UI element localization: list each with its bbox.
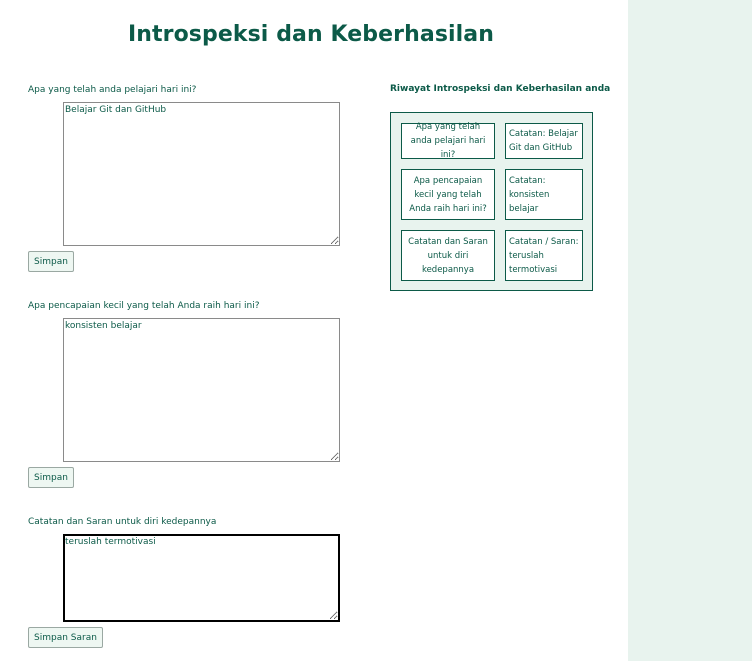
history-answer-1: Catatan: Belajar Git dan GitHub	[505, 123, 583, 159]
history-table: Apa yang telah anda pelajari hari ini? C…	[390, 112, 593, 291]
q2-label: Apa pencapaian kecil yang telah Anda rai…	[28, 301, 260, 311]
q2-save-button[interactable]: Simpan	[28, 467, 74, 488]
right-sidebar-background	[628, 0, 752, 661]
history-question-2: Apa pencapaian kecil yang telah Anda rai…	[401, 169, 495, 220]
history-title: Riwayat Introspeksi dan Keberhasilan and…	[390, 84, 611, 94]
page-title: Introspeksi dan Keberhasilan	[127, 22, 495, 47]
q1-textarea[interactable]: Belajar Git dan GitHub	[63, 102, 340, 246]
q3-textarea[interactable]: teruslah termotivasi	[63, 534, 340, 622]
q1-label: Apa yang telah anda pelajari hari ini?	[28, 85, 197, 95]
history-question-1: Apa yang telah anda pelajari hari ini?	[401, 122, 495, 160]
q3-label: Catatan dan Saran untuk diri kedepannya	[28, 517, 217, 527]
q3-save-suggestion-button[interactable]: Simpan Saran	[28, 627, 103, 648]
q2-textarea[interactable]: konsisten belajar	[63, 318, 340, 462]
history-answer-2: Catatan: konsisten belajar	[505, 169, 583, 220]
history-question-3: Catatan dan Saran untuk diri kedepannya	[401, 230, 495, 281]
q1-save-button[interactable]: Simpan	[28, 251, 74, 272]
history-answer-3: Catatan / Saran: teruslah termotivasi	[505, 230, 583, 281]
